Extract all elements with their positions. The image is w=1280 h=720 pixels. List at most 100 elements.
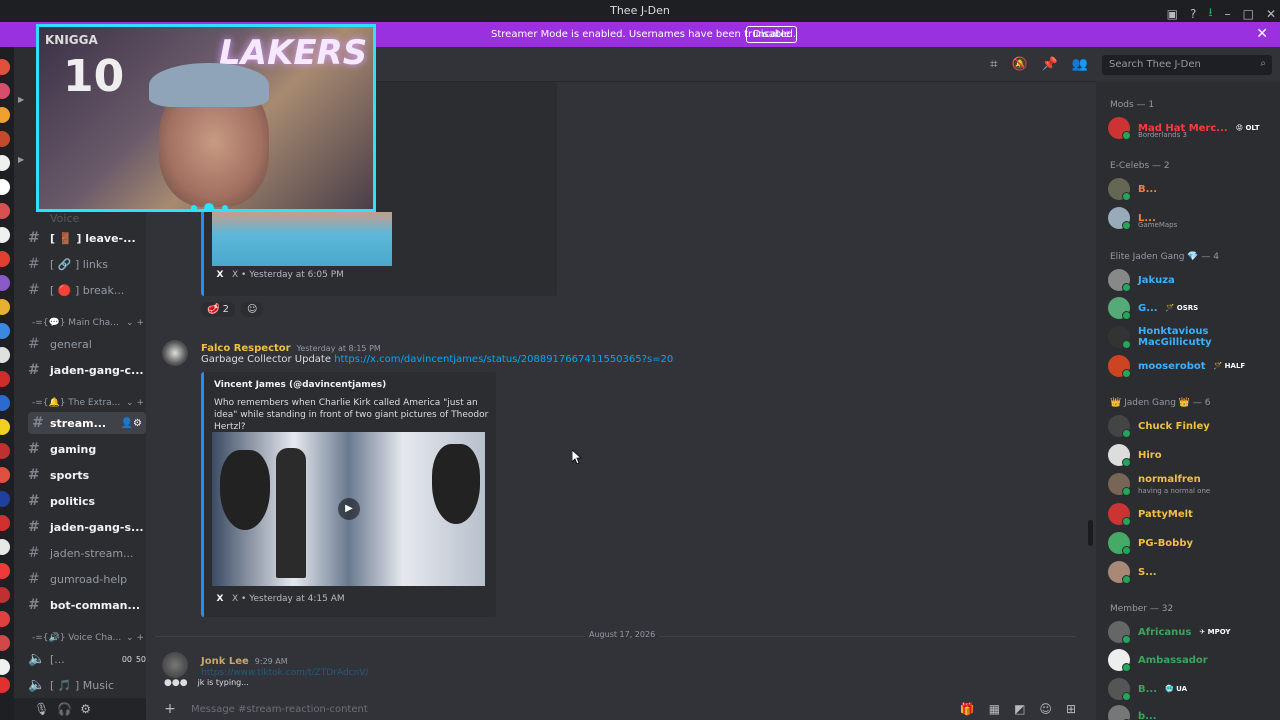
reaction-button[interactable]: 🥩 2 — [201, 302, 236, 317]
mic-icon[interactable]: 🎙 — [34, 702, 49, 716]
server-icon[interactable] — [0, 155, 10, 171]
search-input[interactable]: Search Thee J-Den ⌕ — [1102, 55, 1272, 75]
member-list-icon[interactable]: 👥 — [1072, 57, 1088, 72]
category-voice[interactable]: -={🔊} Voice Cha... ⌄ + — [32, 633, 144, 643]
member-item[interactable]: G... 🪄 OSRS — [1108, 296, 1276, 320]
inbox-icon[interactable]: ▣ — [1167, 7, 1178, 21]
close-banner-icon[interactable]: ✕ — [1256, 26, 1268, 42]
server-icon[interactable] — [0, 59, 10, 75]
channel-leave[interactable]: #[ 🚪 ] leave-... — [28, 227, 146, 249]
embed-video[interactable]: ▶ — [212, 432, 485, 586]
play-icon[interactable]: ▶ — [338, 498, 360, 520]
add-channel-icon[interactable]: ⌄ + — [126, 398, 144, 408]
channel-settings-icon[interactable]: 👤⚙ — [121, 418, 142, 429]
voice-channel-music[interactable]: 🔈[ 🎵 ] Music — [28, 674, 146, 696]
server-icon[interactable] — [0, 515, 10, 531]
channel-politics[interactable]: # politics — [28, 490, 146, 512]
server-icon[interactable] — [0, 83, 10, 99]
member-item[interactable]: b... — [1108, 704, 1276, 720]
embed-author[interactable]: Vincent James (@davincentjames) — [214, 380, 386, 390]
channel-stream-reaction[interactable]: # stream... 👤⚙ — [28, 412, 146, 434]
channel-gumroad-help[interactable]: # gumroad-help — [28, 568, 146, 590]
avatar[interactable] — [162, 340, 188, 366]
channel-gaming[interactable]: # gaming — [28, 438, 146, 460]
sticker-icon[interactable]: ◩ — [1014, 702, 1025, 716]
close-window-icon[interactable]: ✕ — [1266, 7, 1276, 21]
member-item[interactable]: normalfren having a normal one — [1108, 472, 1276, 496]
member-item[interactable]: mooserobot 🪄 HALF — [1108, 354, 1276, 378]
mute-bell-icon[interactable]: 🔕 — [1011, 57, 1027, 72]
channel-links[interactable]: #[ 🔗 ] links — [28, 253, 146, 275]
server-icon[interactable] — [0, 443, 10, 459]
download-icon[interactable]: ⭳ — [1208, 3, 1212, 24]
server-icon[interactable] — [0, 299, 10, 315]
server-icon[interactable] — [0, 395, 10, 411]
help-icon[interactable]: ? — [1190, 7, 1196, 21]
member-item[interactable]: B... — [1108, 177, 1276, 201]
server-icon[interactable] — [0, 227, 10, 243]
server-icon[interactable] — [0, 419, 10, 435]
add-reaction-icon[interactable]: ☺ — [241, 302, 264, 317]
server-icon[interactable] — [0, 179, 10, 195]
server-icon[interactable] — [0, 467, 10, 483]
member-item[interactable]: Chuck Finley — [1108, 414, 1276, 438]
member-item[interactable]: PG-Bobby — [1108, 531, 1276, 555]
pin-icon[interactable]: 📌 — [1042, 57, 1058, 72]
server-icon[interactable] — [0, 323, 10, 339]
message-composer[interactable]: + Message #stream-reaction-content 🎁 ▦ ◩… — [155, 698, 1076, 720]
server-icon[interactable] — [0, 677, 10, 693]
member-item[interactable]: Mad Hat Merc... 😡 OLT Borderlands 3 — [1108, 116, 1276, 140]
server-icon[interactable] — [0, 491, 10, 507]
add-channel-icon[interactable]: ⌄ + — [126, 318, 144, 328]
channel-sports[interactable]: # sports — [28, 464, 146, 486]
channel-jaden-gang-s[interactable]: # jaden-gang-s... — [28, 516, 146, 538]
settings-gear-icon[interactable]: ⚙ — [80, 702, 91, 716]
member-item[interactable]: Africanus ✈ MPOY — [1108, 620, 1276, 644]
message-link[interactable]: https://x.com/davincentjames/status/2088… — [334, 354, 673, 365]
chat-scrollbar[interactable] — [1088, 520, 1093, 546]
message-author[interactable]: Jonk Lee — [201, 656, 249, 667]
minimize-icon[interactable]: – — [1225, 7, 1231, 21]
threads-icon[interactable]: ⌗ — [990, 57, 997, 72]
message-author[interactable]: Falco Respector — [201, 343, 291, 354]
composer-input[interactable]: Message #stream-reaction-content — [191, 704, 368, 715]
channel-general[interactable]: # general — [28, 333, 146, 355]
collapse-arrow-icon[interactable]: ▶ — [18, 155, 24, 164]
member-item[interactable]: Jakuza — [1108, 268, 1276, 292]
server-icon[interactable] — [0, 563, 10, 579]
server-icon[interactable] — [0, 347, 10, 363]
server-icon[interactable] — [0, 539, 10, 555]
disable-streamer-mode-button[interactable]: Disable — [746, 26, 798, 43]
server-icon[interactable] — [0, 371, 10, 387]
maximize-icon[interactable]: □ — [1243, 7, 1254, 21]
avatar[interactable] — [162, 652, 188, 678]
message-link[interactable]: https://www.tiktok.com/t/ZTDrAdcnV/ — [201, 668, 368, 678]
member-item[interactable]: S... — [1108, 560, 1276, 584]
apps-icon[interactable]: ⊞ — [1066, 702, 1076, 716]
add-channel-icon[interactable]: ⌄ + — [126, 633, 144, 643]
server-icon[interactable] — [0, 587, 10, 603]
server-icon[interactable] — [0, 251, 10, 267]
server-icon[interactable] — [0, 107, 10, 123]
channel-jaden-stream[interactable]: # jaden-stream... — [28, 542, 146, 564]
server-icon[interactable] — [0, 659, 10, 675]
embed-image[interactable] — [212, 212, 392, 266]
member-item[interactable]: L... GameMaps — [1108, 206, 1276, 230]
channel-bot-commands[interactable]: # bot-comman... — [28, 594, 146, 616]
voice-channel[interactable]: 🔈 [... 00 50 — [28, 648, 146, 670]
server-icon[interactable] — [0, 203, 10, 219]
category-main-chat[interactable]: -={💬} Main Cha... ⌄ + — [32, 318, 144, 328]
server-icon[interactable] — [0, 635, 10, 651]
gift-icon[interactable]: 🎁 — [960, 702, 975, 716]
channel-break[interactable]: #[ 🔴 ] break... — [28, 279, 146, 301]
member-item[interactable]: PattyMelt — [1108, 502, 1276, 526]
gif-icon[interactable]: ▦ — [989, 702, 1000, 716]
attach-plus-icon[interactable]: + — [155, 701, 185, 717]
server-icon[interactable] — [0, 131, 10, 147]
category-the-extra[interactable]: -={🔔} The Extra... ⌄ + — [32, 398, 144, 408]
member-item[interactable]: B... 🥶 UA — [1108, 677, 1276, 701]
server-icon[interactable] — [0, 275, 10, 291]
server-icon[interactable] — [0, 611, 10, 627]
channel-jaden-gang-chat[interactable]: # jaden-gang-c... — [28, 359, 146, 381]
member-item[interactable]: Hiro — [1108, 443, 1276, 467]
